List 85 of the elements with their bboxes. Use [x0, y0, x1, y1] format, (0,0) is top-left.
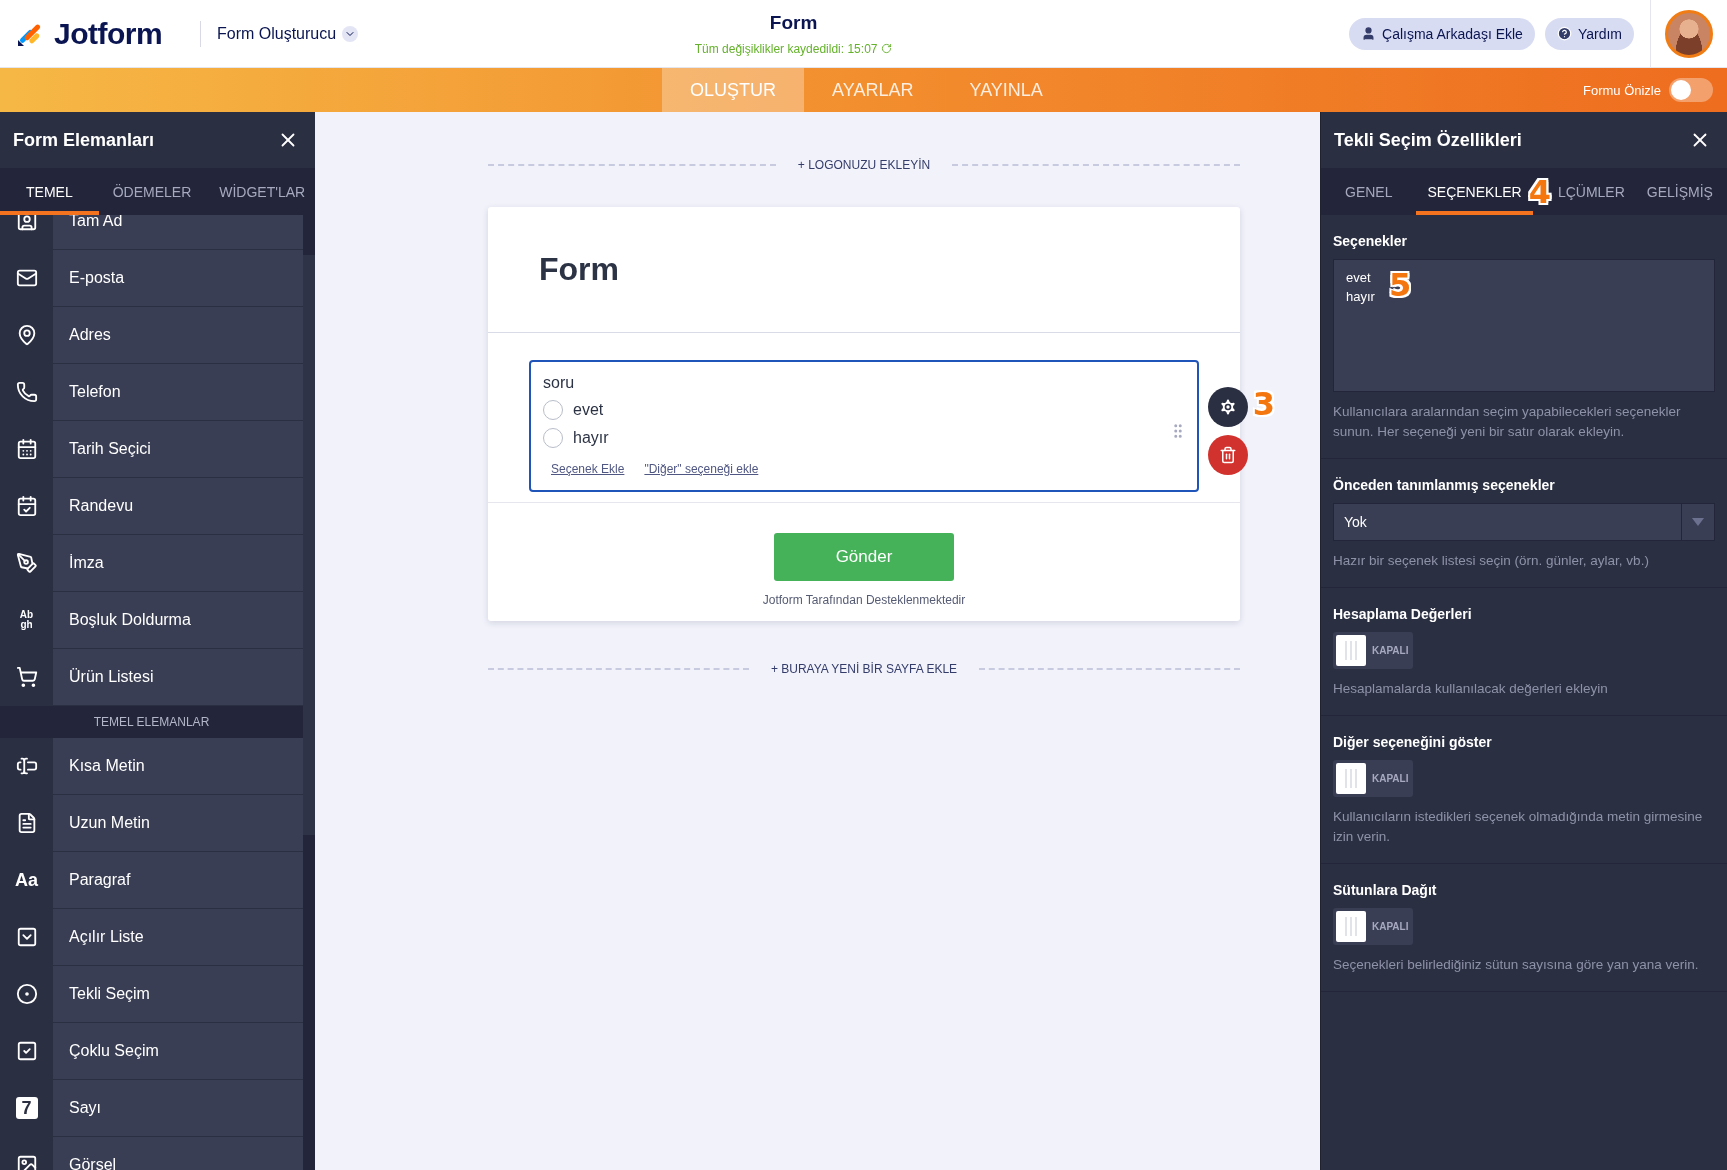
form-element-item[interactable]: Sayı [53, 1080, 303, 1136]
element-icon [15, 381, 38, 403]
avatar[interactable] [1665, 9, 1713, 58]
sidebar-tab[interactable]: WİDGET'LAR [205, 168, 320, 215]
add-page-link[interactable]: + BURAYA YENİ BİR SAYFA EKLE [764, 661, 964, 677]
gear-icon [1218, 397, 1238, 417]
toggle-switch[interactable]: KAPALI [1333, 632, 1413, 669]
form-element-item[interactable]: Adres [53, 307, 303, 363]
form-element-item[interactable]: İmza [53, 535, 303, 591]
element-icon [15, 438, 38, 460]
element-icon [15, 755, 38, 777]
invite-button[interactable]: Çalışma Arkadaşı Ekle [1349, 17, 1535, 50]
field-label: Sütunlara Dağıt [1333, 882, 1438, 898]
form-element-item[interactable]: Tekli Seçim [53, 966, 303, 1022]
person-icon [1361, 26, 1377, 41]
field-label: Önceden tanımlanmış seçenekler [1333, 477, 1556, 493]
element-icon [15, 552, 38, 574]
element-icon [15, 1154, 38, 1170]
form-element-item[interactable]: Telefon [53, 364, 303, 420]
panel-title: Form Elemanları [13, 129, 155, 151]
add-option-link[interactable]: Seçenek Ekle [551, 462, 625, 476]
step-number: 5 [1389, 269, 1412, 301]
field-label: Seçenekler [1333, 233, 1408, 249]
group-heading: TEMEL ELEMANLAR [0, 706, 303, 738]
form-heading: Form [539, 251, 619, 288]
help-icon [1556, 26, 1572, 41]
field-hint: Kullanıcılara aralarından seçim yapabilecekleri seçenekler sunun. Her seçeneği yeni bir satır olarak ekleyin. [1333, 403, 1682, 441]
toggle-switch[interactable]: KAPALI [1333, 760, 1413, 797]
form-element-item[interactable]: Ürün Listesi [53, 649, 303, 705]
radio-button[interactable] [543, 428, 563, 448]
delete-button[interactable] [1208, 435, 1248, 475]
element-icon [15, 267, 38, 289]
form-element-item[interactable]: Tarih Seçici [53, 421, 303, 477]
text-icon: Aa [15, 871, 38, 889]
properties-tab[interactable]: GELİŞMİŞ [1635, 168, 1724, 215]
form-element-item[interactable]: Açılır Liste [53, 909, 303, 965]
caret-icon [1692, 518, 1704, 526]
field-label: Hesaplama Değerleri [1333, 606, 1473, 622]
toggle-switch[interactable]: KAPALI [1333, 908, 1413, 945]
save-status: Tüm değişiklikler kaydedildi: 15:07 [694, 41, 893, 56]
form-element-item[interactable]: Boşluk Doldurma [53, 592, 303, 648]
text-icon: 7 [15, 1097, 38, 1119]
builder-menu[interactable]: Form Oluşturucu [200, 20, 359, 47]
field-hint: Kullanıcıların istedikleri seçenek olmadığında metin girmesine izin verin. [1333, 808, 1704, 846]
element-icon [15, 926, 38, 948]
field-hint: Hesaplamalarda kullanılacak değerleri ekleyin [1333, 680, 1609, 698]
brand-name: Jotform [54, 16, 163, 51]
form-element-item[interactable]: Tam Ad [53, 215, 303, 249]
chevron-down-icon [342, 25, 359, 42]
question-label: soru [543, 374, 576, 392]
sidebar-tab[interactable]: ÖDEMELER [98, 168, 206, 215]
form-element-item[interactable]: Paragraf [53, 852, 303, 908]
help-button[interactable]: Yardım [1544, 17, 1634, 50]
form-element-item[interactable]: Randevu [53, 478, 303, 534]
text-icon: Ab gh [19, 610, 34, 630]
element-icon [15, 666, 38, 688]
preview-label: Formu Önizle [1582, 82, 1661, 98]
radio-button[interactable] [543, 400, 563, 420]
panel-title: Tekli Seçim Özellikleri [1334, 129, 1522, 151]
form-element-item[interactable]: Çoklu Seçim [53, 1023, 303, 1079]
field-hint: Hazır bir seçenek listesi seçin (örn. günler, aylar, vb.) [1333, 552, 1650, 570]
element-icon [15, 495, 38, 517]
add-logo-link[interactable]: + LOGONUZU EKLEYİN [791, 157, 937, 173]
option-label: hayır [573, 429, 609, 447]
element-icon [15, 983, 38, 1005]
scrollbar[interactable] [303, 255, 315, 835]
refresh-icon [881, 43, 893, 54]
form-element-item[interactable]: Görsel [53, 1137, 303, 1170]
form-element-item[interactable]: Uzun Metin [53, 795, 303, 851]
field-hint: Seçenekleri belirlediğiniz sütun sayısına göre yan yana verin. [1333, 956, 1700, 974]
powered-by-text: Jotform Tarafından Desteklenmektedir [762, 593, 966, 607]
option-label: evet [573, 401, 604, 419]
element-icon [15, 215, 38, 232]
element-icon [15, 1040, 38, 1062]
predefined-select[interactable]: Yok [1333, 503, 1715, 541]
step-number: 3 [1252, 388, 1275, 420]
add-option-link[interactable]: "Diğer" seçeneği ekle [644, 462, 759, 476]
form-element-item[interactable]: E-posta [53, 250, 303, 306]
form-title: Form [769, 11, 818, 34]
settings-button[interactable] [1208, 387, 1248, 427]
trash-icon [1219, 446, 1237, 464]
preview-switch[interactable] [1669, 78, 1713, 102]
properties-tab[interactable]: GENEL [1321, 168, 1417, 215]
field-label: Diğer seçeneğini göster [1333, 734, 1493, 750]
form-element-item[interactable]: Kısa Metin [53, 738, 303, 794]
